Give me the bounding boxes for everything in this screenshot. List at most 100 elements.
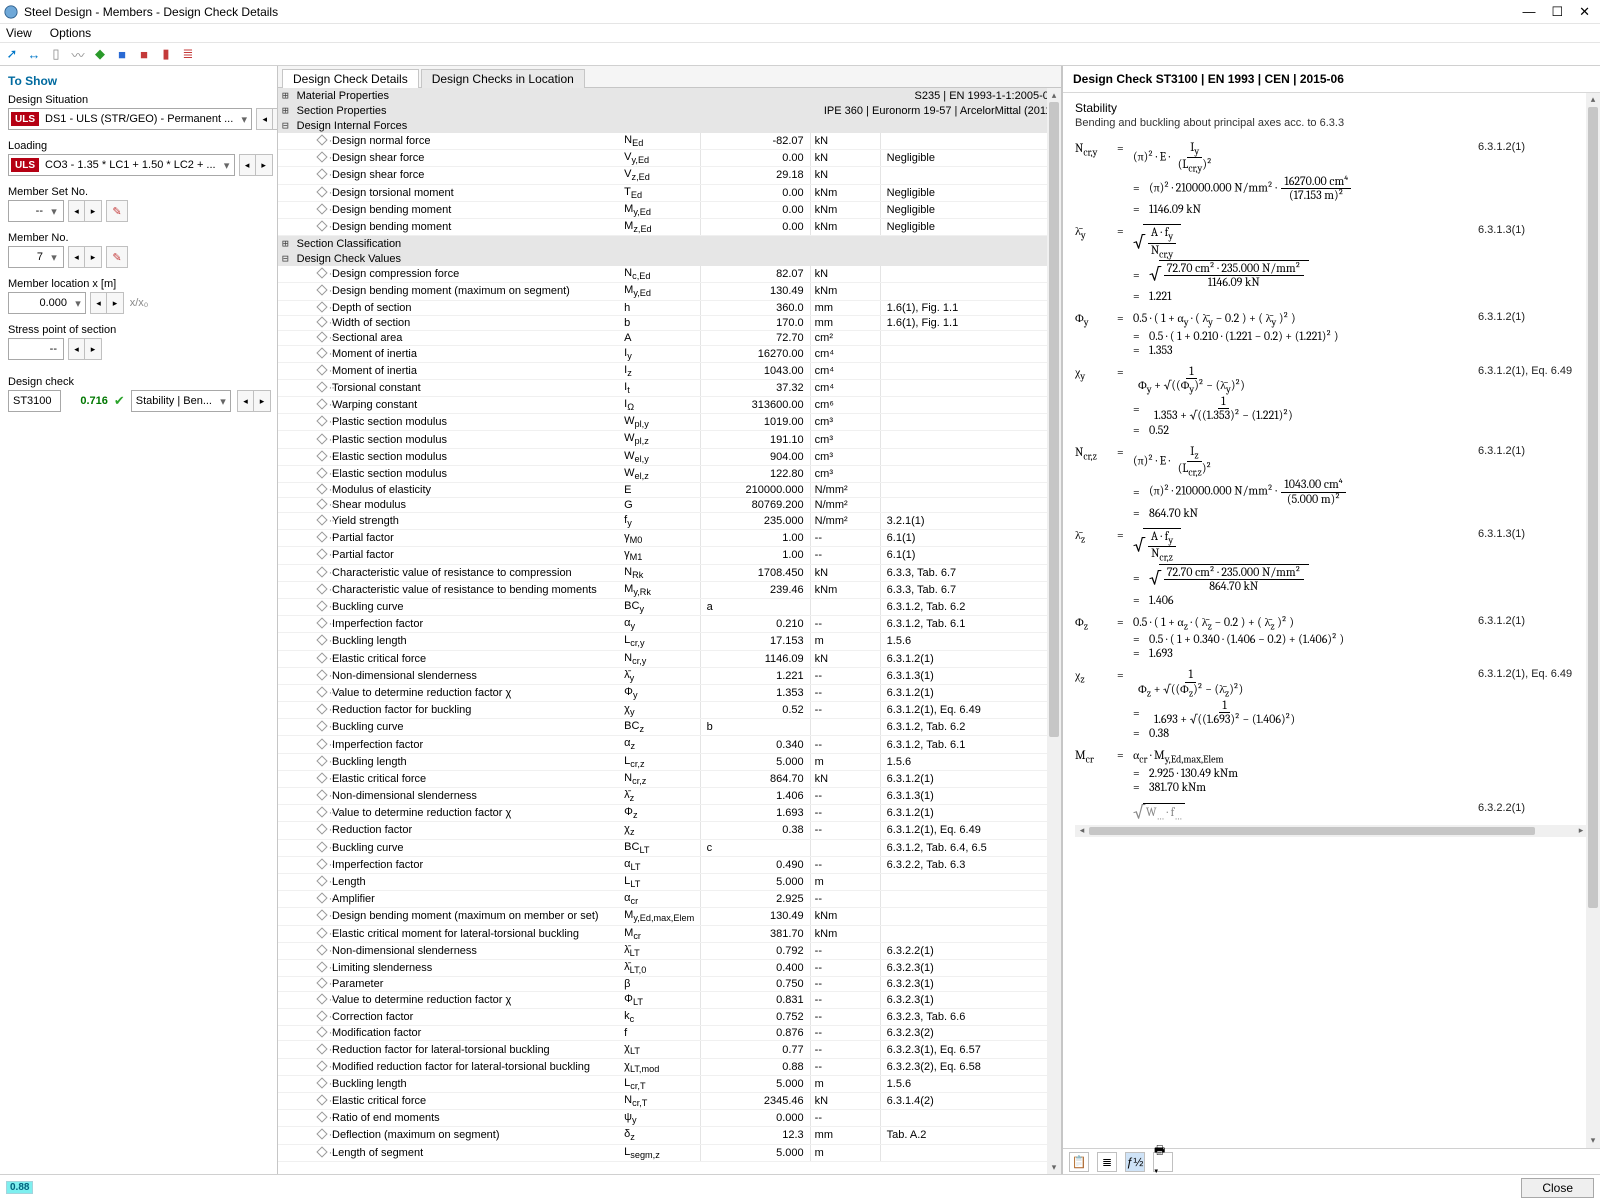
value-row: Design shear forceVz,Ed29.18kN <box>278 167 1061 184</box>
value-row: Design bending momentMy,Ed0.00kNmNegligi… <box>278 201 1061 218</box>
design-check-desc-combo[interactable]: Stability | Ben...▾ <box>131 390 231 412</box>
category-row[interactable]: ⊟Design Internal Forces <box>278 118 1061 133</box>
value-row: Partial factorγM01.00--6.1(1) <box>278 530 1061 547</box>
member-no-label: Member No. <box>8 228 271 246</box>
copy-icon[interactable]: 📋 <box>1069 1152 1089 1172</box>
pick-icon[interactable]: ✎ <box>106 246 128 268</box>
menu-options[interactable]: Options <box>50 26 91 40</box>
green-cube-icon[interactable]: ◆ <box>92 46 108 62</box>
chart-line-icon[interactable]: 〰 <box>70 46 86 62</box>
design-check-code[interactable]: ST3100 <box>8 390 61 412</box>
value-row: Ratio of end momentsψy0.000-- <box>278 1110 1061 1127</box>
formula-view-icon[interactable]: ƒ½ <box>1125 1152 1145 1172</box>
next-button[interactable]: ▸ <box>85 338 102 360</box>
formula-scroll[interactable]: Stability Bending and buckling about pri… <box>1063 93 1600 1148</box>
value-row: Imperfection factorαz0.340--6.3.1.2, Tab… <box>278 736 1061 753</box>
diagram-icon[interactable]: ▮ <box>158 46 174 62</box>
pick-icon[interactable]: ✎ <box>106 200 128 222</box>
vertical-scrollbar[interactable]: ▴▾ <box>1586 93 1600 1148</box>
member-location-combo[interactable]: 0.000▾ <box>8 292 86 314</box>
value-row: Modulus of elasticityE210000.000N/mm² <box>278 483 1061 498</box>
value-row: LengthLLT5.000m <box>278 873 1061 890</box>
category-row[interactable]: ⊞Section PropertiesIPE 360 | Euronorm 19… <box>278 103 1061 118</box>
value-row: Characteristic value of resistance to co… <box>278 564 1061 581</box>
list-icon[interactable]: ≣ <box>1097 1152 1117 1172</box>
value-row: Yield strengthfy235.000N/mm²3.2.1(1) <box>278 513 1061 530</box>
formula-panel-title: Design Check ST3100 | EN 1993 | CEN | 20… <box>1063 66 1600 93</box>
blue-section-icon[interactable]: ■ <box>114 46 130 62</box>
close-window-button[interactable]: ✕ <box>1579 4 1590 20</box>
value-row: Design bending momentMz,Ed0.00kNmNegligi… <box>278 218 1061 235</box>
design-check-value: 0.716 <box>67 395 108 407</box>
value-row: Deflection (maximum on segment)δz12.3mmT… <box>278 1127 1061 1144</box>
value-row: Width of sectionb170.0mm1.6(1), Fig. 1.1 <box>278 315 1061 330</box>
print-icon[interactable]: 🖶 ▾ <box>1153 1152 1173 1172</box>
next-button[interactable]: ▸ <box>85 246 102 268</box>
prev-button[interactable]: ◂ <box>239 154 256 176</box>
arrow-cursor-icon[interactable]: ➚ <box>4 46 20 62</box>
menu-view[interactable]: View <box>6 26 32 40</box>
value-row: Plastic section modulusWpl,z191.10cm³ <box>278 431 1061 448</box>
to-show-header: To Show <box>8 70 271 90</box>
value-row: Buckling curveBCLTc6.3.1.2, Tab. 6.4, 6.… <box>278 839 1061 856</box>
minimize-button[interactable]: — <box>1522 4 1535 20</box>
value-row: Torsional constantIt37.32cm⁴ <box>278 379 1061 396</box>
prev-button[interactable]: ◂ <box>68 200 85 222</box>
titlebar: Steel Design - Members - Design Check De… <box>0 0 1600 24</box>
value-row: Value to determine reduction factor χΦy1… <box>278 684 1061 701</box>
value-row: Buckling lengthLcr,y17.153m1.5.6 <box>278 633 1061 650</box>
prev-button[interactable]: ◂ <box>237 390 254 412</box>
next-button[interactable]: ▸ <box>254 390 271 412</box>
prev-button[interactable]: ◂ <box>68 246 85 268</box>
value-row: Design shear forceVy,Ed0.00kNNegligible <box>278 150 1061 167</box>
formula-panel: Design Check ST3100 | EN 1993 | CEN | 20… <box>1062 66 1600 1174</box>
value-row: Design normal forceNEd-82.07kN <box>278 133 1061 150</box>
value-row: Value to determine reduction factor χΦz1… <box>278 805 1061 822</box>
tab-design-check-details[interactable]: Design Check Details <box>282 69 419 88</box>
category-row[interactable]: ⊞Section Classification <box>278 236 1061 252</box>
stability-heading: Stability <box>1075 101 1588 115</box>
maximize-button[interactable]: ☐ <box>1551 4 1563 20</box>
value-row: Shear modulusG80769.200N/mm² <box>278 498 1061 513</box>
design-situation-combo[interactable]: ULS DS1 - ULS (STR/GEO) - Permanent ... … <box>8 108 252 130</box>
value-row: Value to determine reduction factor χΦLT… <box>278 992 1061 1009</box>
to-show-panel: To Show Design Situation ULS DS1 - ULS (… <box>0 66 278 1174</box>
chart-bars-icon[interactable]: ▯ <box>48 46 64 62</box>
category-row[interactable]: ⊟Design Check Values <box>278 251 1061 266</box>
next-button[interactable]: ▸ <box>107 292 124 314</box>
value-row: Elastic critical forceNcr,y1146.09kN6.3.… <box>278 650 1061 667</box>
xx0-label: x/x₀ <box>128 292 150 314</box>
layers-icon[interactable]: ≣ <box>180 46 196 62</box>
prev-button[interactable]: ◂ <box>68 338 85 360</box>
category-row[interactable]: ⊞Material PropertiesS235 | EN 1993-1-1:2… <box>278 88 1061 103</box>
member-set-combo[interactable]: --▾ <box>8 200 64 222</box>
stability-note: Bending and buckling about principal axe… <box>1075 117 1588 129</box>
value-row: Modification factorf0.876--6.3.2.3(2) <box>278 1026 1061 1041</box>
value-row: Design compression forceNc,Ed82.07kN <box>278 266 1061 283</box>
red-section-icon[interactable]: ■ <box>136 46 152 62</box>
loading-combo[interactable]: ULS CO3 - 1.35 * LC1 + 1.50 * LC2 + ... … <box>8 154 235 176</box>
details-panel: Design Check Details Design Checks in Lo… <box>278 66 1062 1174</box>
value-row: Warping constantIΩ313600.00cm⁶ <box>278 397 1061 414</box>
value-row: Design bending moment (maximum on segmen… <box>278 283 1061 300</box>
loading-label: Loading <box>8 136 271 154</box>
value-row: Non-dimensional slendernessλ̄z1.406--6.3… <box>278 788 1061 805</box>
horizontal-scrollbar[interactable]: ◂▸ <box>1075 825 1588 837</box>
stress-point-combo[interactable]: -- <box>8 338 64 360</box>
chevron-down-icon: ▾ <box>47 251 61 264</box>
close-button[interactable]: Close <box>1521 1178 1594 1198</box>
menubar: View Options <box>0 24 1600 42</box>
design-check-table: ⊞Material PropertiesS235 | EN 1993-1-1:2… <box>278 88 1061 1162</box>
uls-badge: ULS <box>11 112 39 126</box>
chevron-down-icon: ▾ <box>237 113 251 126</box>
next-button[interactable]: ▸ <box>85 200 102 222</box>
tab-design-checks-in-location[interactable]: Design Checks in Location <box>421 69 585 88</box>
vertical-scrollbar[interactable]: ▴ ▾ <box>1047 88 1061 1174</box>
dimension-icon[interactable]: ↔ <box>26 46 42 62</box>
prev-button[interactable]: ◂ <box>256 108 273 130</box>
member-no-combo[interactable]: 7▾ <box>8 246 64 268</box>
next-button[interactable]: ▸ <box>256 154 273 176</box>
prev-button[interactable]: ◂ <box>90 292 107 314</box>
stress-point-label: Stress point of section <box>8 320 271 338</box>
value-row: Design bending moment (maximum on member… <box>278 908 1061 925</box>
